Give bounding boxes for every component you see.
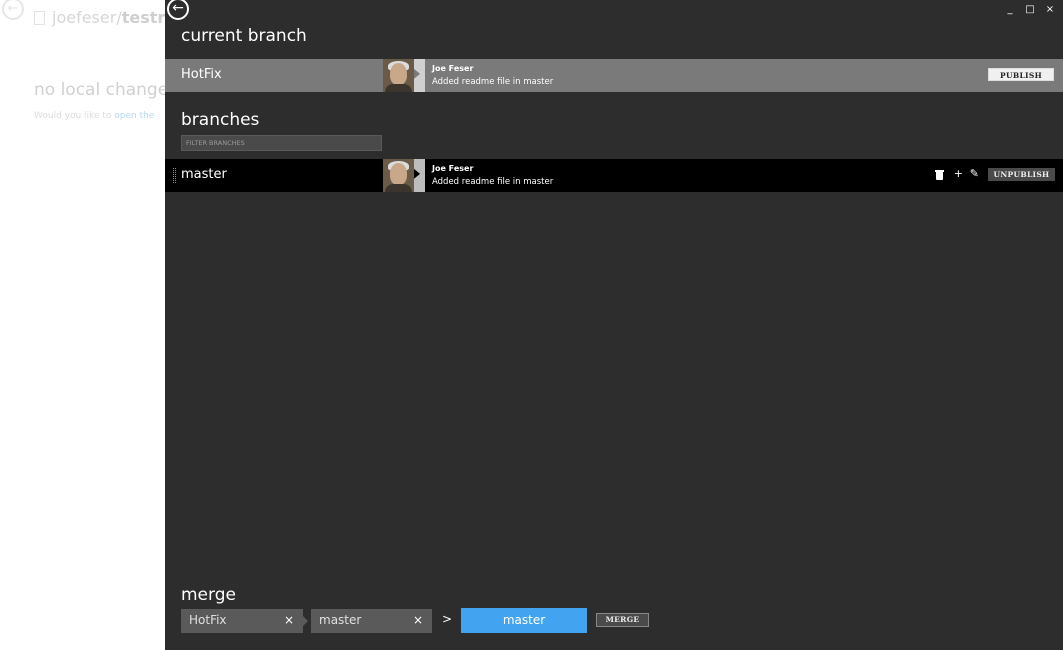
filter-branches-input[interactable] bbox=[181, 135, 382, 151]
background-back-icon: ← bbox=[2, 0, 24, 20]
avatar bbox=[383, 59, 414, 92]
publish-button[interactable]: PUBLISH bbox=[988, 68, 1054, 81]
current-branch-row[interactable]: HotFix Joe Feser Added readme file in ma… bbox=[165, 59, 1063, 92]
branches-panel: ← _ □ × current branch HotFix Joe Feser … bbox=[165, 0, 1063, 650]
merge-heading: merge bbox=[181, 585, 236, 605]
merge-target-label: master bbox=[319, 613, 362, 627]
minimize-button[interactable]: _ bbox=[1005, 4, 1015, 15]
window-controls: _ □ × bbox=[1005, 4, 1055, 15]
branch-row[interactable]: master Joe Feser Added readme file in ma… bbox=[165, 159, 1063, 192]
commit-pointer bbox=[414, 159, 425, 192]
current-branch-name: HotFix bbox=[181, 67, 222, 82]
current-branch-heading: current branch bbox=[181, 26, 307, 46]
unpublish-button[interactable]: UNPUBLISH bbox=[988, 168, 1055, 181]
merge-arrow-icon: > bbox=[442, 612, 453, 626]
remove-source-icon[interactable]: × bbox=[284, 613, 294, 627]
branches-heading: branches bbox=[181, 110, 260, 130]
merge-source-label: HotFix bbox=[189, 613, 227, 627]
background-repo-title: joefeser/testrep bbox=[52, 8, 165, 27]
no-local-changes-label: no local changes bbox=[34, 80, 165, 100]
branch-name: master bbox=[181, 167, 227, 182]
merge-button[interactable]: MERGE bbox=[596, 613, 649, 627]
drag-handle-icon[interactable] bbox=[173, 168, 176, 183]
commit-pointer bbox=[414, 59, 425, 92]
remove-target-icon[interactable]: × bbox=[413, 613, 423, 627]
pin-icon[interactable]: ✎ bbox=[970, 167, 979, 180]
background-prompt: Would you like to open the bbox=[34, 111, 155, 121]
commit-author: Joe Feser bbox=[432, 64, 474, 73]
delete-trash-icon[interactable] bbox=[935, 170, 944, 180]
merge-destination[interactable]: master bbox=[461, 608, 587, 633]
close-button[interactable]: × bbox=[1045, 4, 1055, 15]
back-arrow-icon[interactable]: ← bbox=[167, 0, 189, 20]
avatar bbox=[383, 159, 414, 192]
maximize-button[interactable]: □ bbox=[1025, 4, 1035, 15]
commit-message: Added readme file in master bbox=[432, 77, 554, 87]
commit-message: Added readme file in master bbox=[432, 177, 554, 187]
add-plus-icon[interactable]: + bbox=[954, 167, 963, 180]
merge-target-slot[interactable]: master × bbox=[311, 609, 432, 633]
merge-source-slot[interactable]: HotFix × bbox=[181, 609, 308, 633]
repo-icon bbox=[34, 11, 45, 25]
commit-author: Joe Feser bbox=[432, 164, 474, 173]
slot-pointer bbox=[303, 616, 308, 626]
background-app: ← joefeser/testrep no local changes Woul… bbox=[0, 0, 165, 650]
